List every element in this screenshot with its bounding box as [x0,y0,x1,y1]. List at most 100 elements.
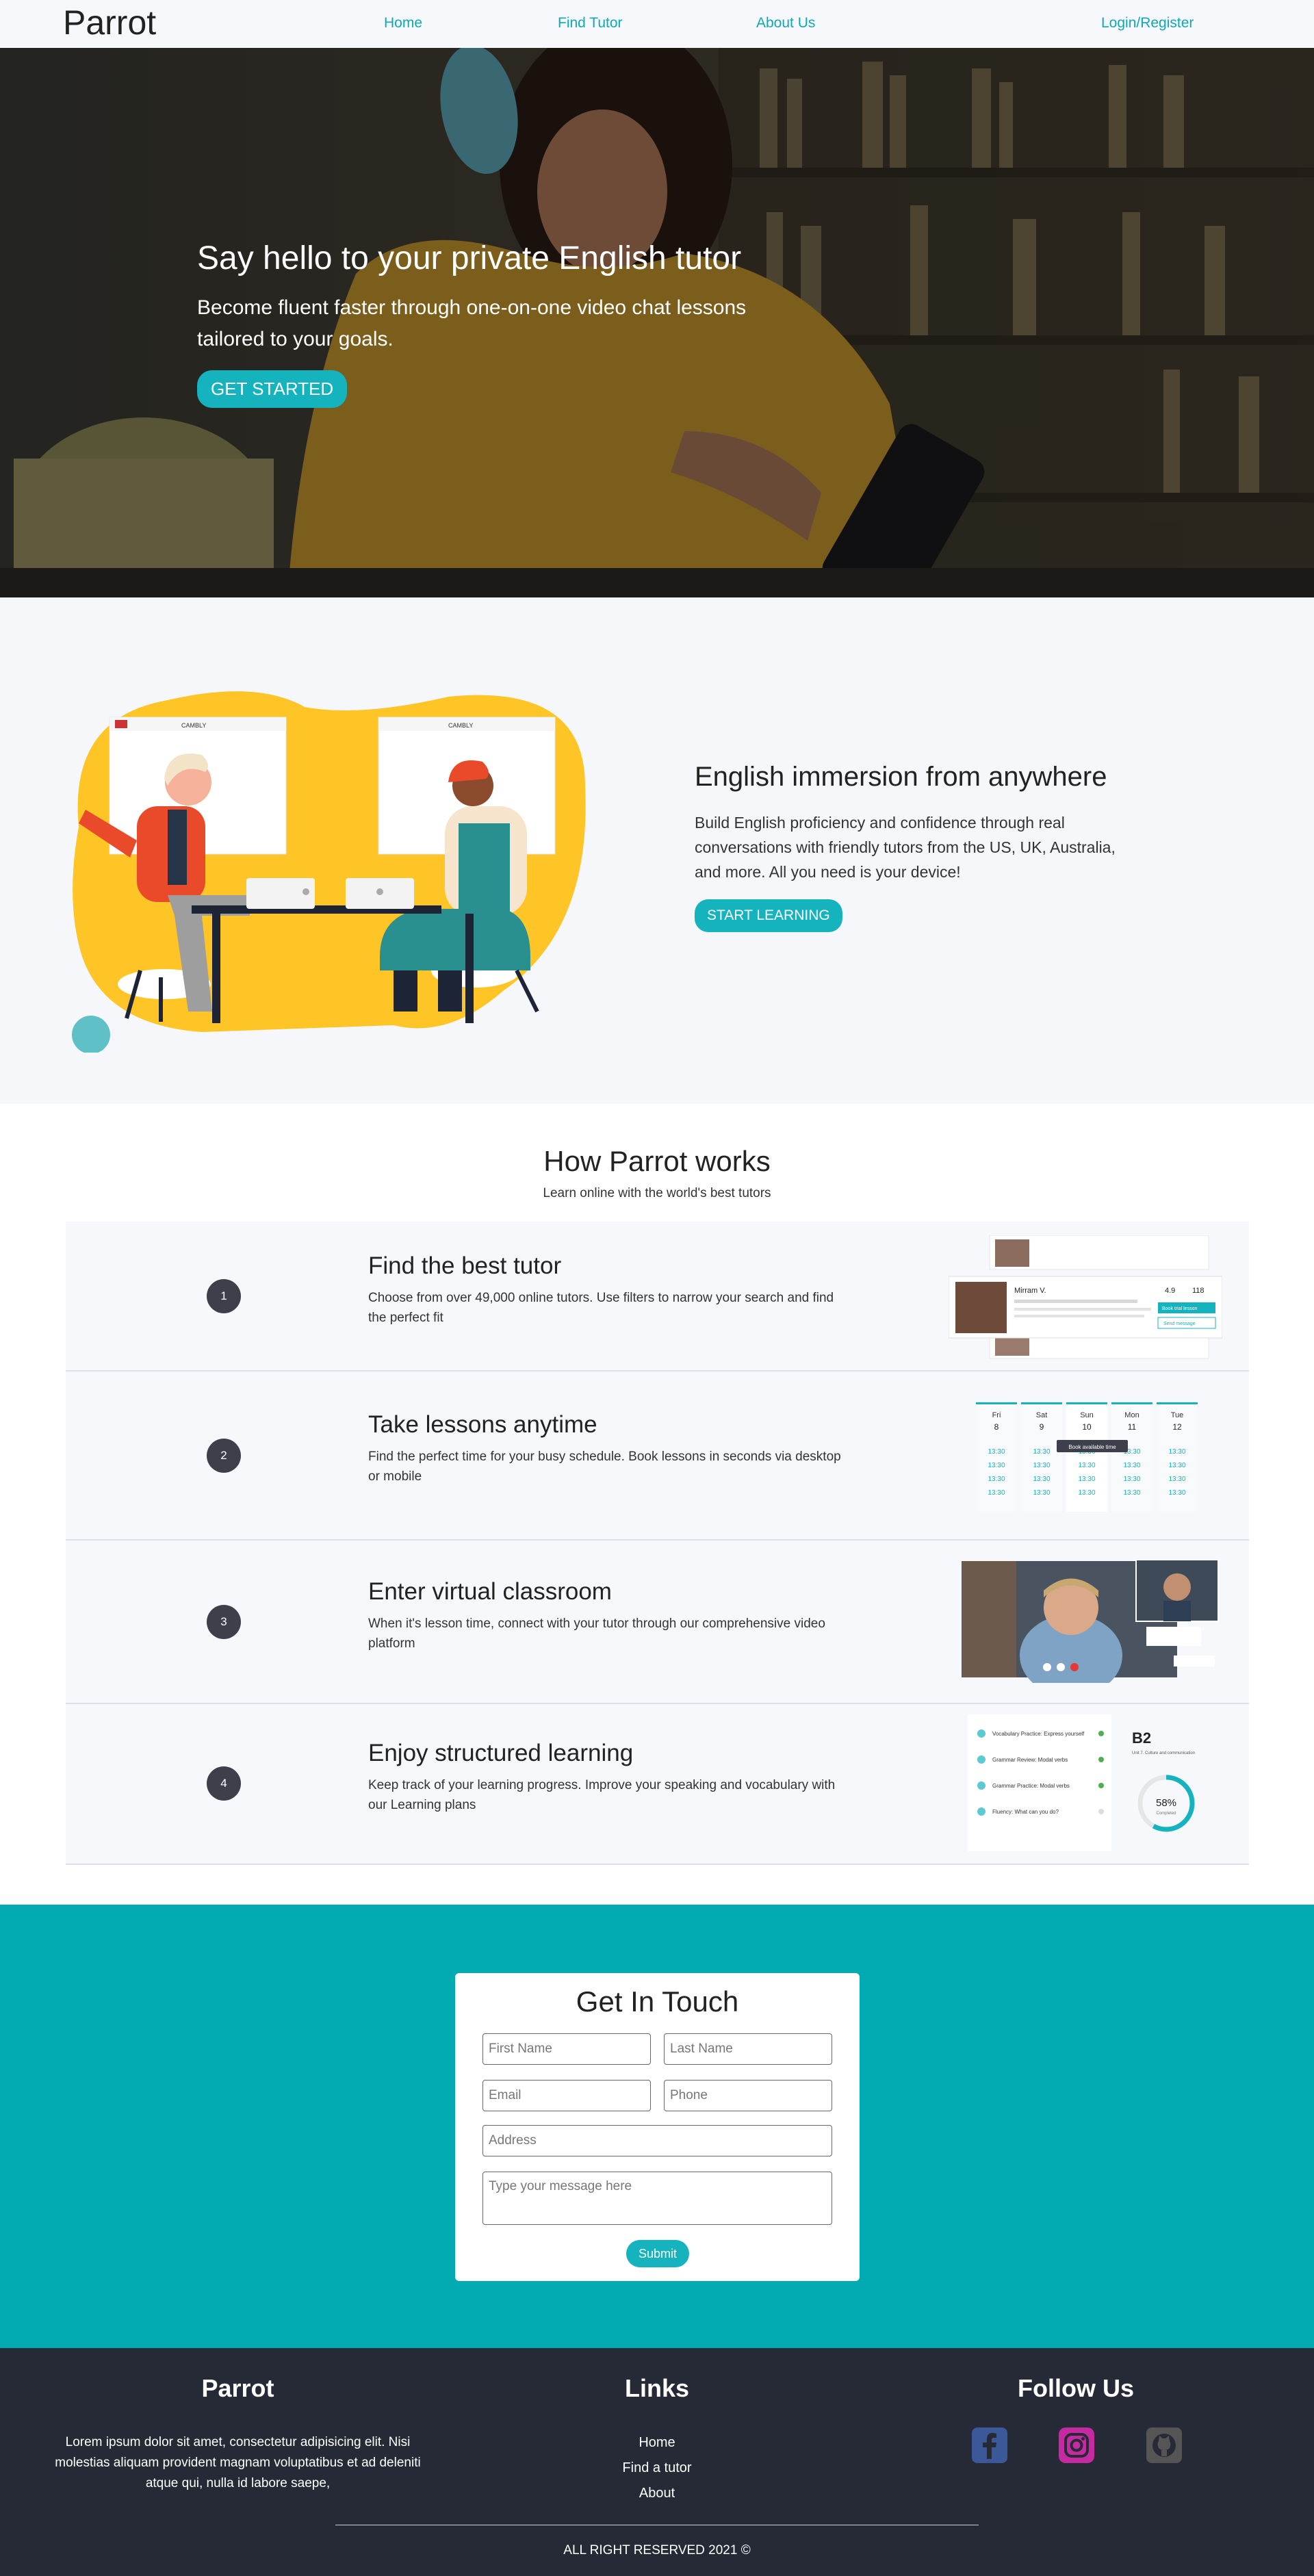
learning-item-icon [977,1781,985,1790]
facebook-icon[interactable] [970,2426,1009,2464]
schedule-day: Tue [1171,1411,1184,1419]
window-brand-right: CAMBLY [448,722,473,729]
hero-subtitle: Become fluent faster through one-on-one … [197,296,747,350]
step-title: Take lessons anytime [368,1411,597,1438]
classroom-preview [962,1560,1219,1683]
learning-item: Grammar Practice: Modal verbs [992,1783,1070,1789]
schedule-time: 13:30 [1033,1489,1050,1497]
learning-item: Grammar Review: Modal verbs [992,1757,1068,1763]
progress-value: 58% [1156,1797,1176,1809]
how-it-works-section: How Parrot works Learn online with the w… [0,1104,1314,1905]
footer-link-find-tutor[interactable]: Find a tutor [589,2460,725,2476]
tutor-name: Mirram V. [1014,1287,1046,1295]
get-started-button[interactable]: GET STARTED [197,370,348,408]
footer-link-home[interactable]: Home [589,2435,725,2451]
schedule-column-bar [1111,1402,1152,1404]
tutor-illustration: CAMBLY CAMBLY [72,691,586,1053]
schedule-time: 13:30 [988,1462,1005,1469]
address-field[interactable] [482,2125,832,2156]
schedule-time: 13:30 [1033,1448,1050,1456]
learning-item-icon [977,1807,985,1816]
footer-links-title: Links [624,2374,690,2402]
start-learning-button[interactable]: START LEARNING [695,899,842,932]
schedule-time: 13:30 [1078,1476,1095,1483]
schedule-day: Sun [1080,1411,1094,1419]
schedule-time: 13:30 [1168,1476,1185,1483]
schedule-date: 9 [1040,1422,1044,1432]
how-title: How Parrot works [543,1145,771,1177]
schedule-column-bar [1021,1402,1062,1404]
learning-item-status [1098,1731,1104,1736]
schedule-column-bar [1157,1402,1198,1404]
schedule-column-bar [1066,1402,1107,1404]
contact-section: Get In Touch Submit [0,1905,1314,2348]
nav-link-login[interactable]: Login/Register [1101,15,1194,31]
schedule-date: 8 [994,1422,999,1432]
contact-form: Get In Touch Submit [455,1973,860,2281]
book-trial-button: Book trial lesson [1162,1306,1197,1311]
window-brand-left: CAMBLY [181,722,206,729]
footer-brand: Parrot [201,2374,274,2402]
schedule-preview: Fri 8 13:30 13:30 13:30 13:30 Sat 9 13:30 13:30 13… [976,1402,1198,1512]
schedule-time: 13:30 [1033,1462,1050,1469]
schedule-time: 13:30 [1168,1448,1185,1456]
step-description: Choose from over 49,000 online tutors. U… [368,1291,834,1325]
learning-level: B2 [1132,1729,1151,1747]
footer: Parrot Lorem ipsum dolor sit amet, conse… [0,2348,1314,2576]
schedule-time: 13:30 [1123,1489,1140,1497]
step-title: Find the best tutor [368,1252,562,1279]
step-title: Enjoy structured learning [368,1740,634,1766]
learning-item: Fluency: What can you do? [992,1809,1059,1815]
email-field[interactable] [482,2080,651,2111]
github-icon[interactable] [1145,2426,1183,2464]
learning-item: Vocabulary Practice: Express yourself [992,1731,1085,1737]
send-message-button: Send message [1163,1322,1196,1326]
brand-logo[interactable]: Parrot [63,3,156,42]
nav-link-about[interactable]: About Us [756,15,815,31]
step-item: 2 Take lessons anytime Find the perfect … [66,1371,1249,1541]
hero-title: Say hello to your private English tutor [197,240,742,276]
schedule-column-bar [976,1402,1017,1404]
step-item: 4 Enjoy structured learning Keep track o… [66,1704,1249,1865]
tutor-lessons: 118 [1192,1287,1204,1295]
immersion-section: CAMBLY CAMBLY English immersion from any… [0,597,1314,1104]
nav-link-home[interactable]: Home [384,15,422,31]
step-number: 4 [207,1766,241,1801]
schedule-time: 13:30 [1123,1462,1140,1469]
submit-button[interactable]: Submit [626,2240,689,2267]
footer-about-text: Lorem ipsum dolor sit amet, consectetur … [55,2435,421,2490]
learning-level-desc: Unit 7. Culture and communication [1132,1751,1195,1755]
first-name-field[interactable] [482,2033,651,2065]
learning-item-status [1098,1783,1104,1788]
progress-label: Completed [1156,1812,1176,1816]
message-field[interactable] [482,2172,832,2225]
schedule-date: 11 [1128,1422,1137,1432]
phone-field[interactable] [664,2080,832,2111]
tutor-search-preview: Mirram V. 4.9 118 Book trial lesson Send… [949,1235,1222,1359]
schedule-time: 13:30 [1168,1489,1185,1497]
learning-plan-preview: Vocabulary Practice: Express yourself Gra… [968,1714,1195,1851]
schedule-time: 13:30 [988,1448,1005,1456]
step-title: Enter virtual classroom [368,1578,612,1605]
immersion-description: Build English proficiency and confidence… [695,814,1116,881]
learning-item-icon [977,1729,985,1738]
step-description: Keep track of your learning progress. Im… [368,1778,836,1812]
last-name-field[interactable] [664,2033,832,2065]
learning-item-status [1098,1809,1104,1814]
schedule-tooltip: Book available time [1068,1444,1116,1450]
step-number: 1 [207,1279,241,1313]
nav-link-find-tutor[interactable]: Find Tutor [558,15,623,31]
step-description: When it's lesson time, connect with your… [368,1617,825,1651]
schedule-time: 13:30 [1168,1462,1185,1469]
instagram-icon[interactable] [1057,2426,1096,2464]
schedule-time: 13:30 [1033,1476,1050,1483]
step-number: 2 [207,1439,241,1473]
schedule-time: 13:30 [1078,1489,1095,1497]
schedule-date: 10 [1082,1422,1092,1432]
immersion-title: English immersion from anywhere [695,762,1107,792]
learning-item-status [1098,1757,1104,1762]
how-subtitle: Learn online with the world's best tutor… [543,1186,771,1200]
schedule-time: 13:30 [988,1476,1005,1483]
footer-link-about[interactable]: About [589,2486,725,2501]
schedule-day: Mon [1124,1411,1139,1419]
